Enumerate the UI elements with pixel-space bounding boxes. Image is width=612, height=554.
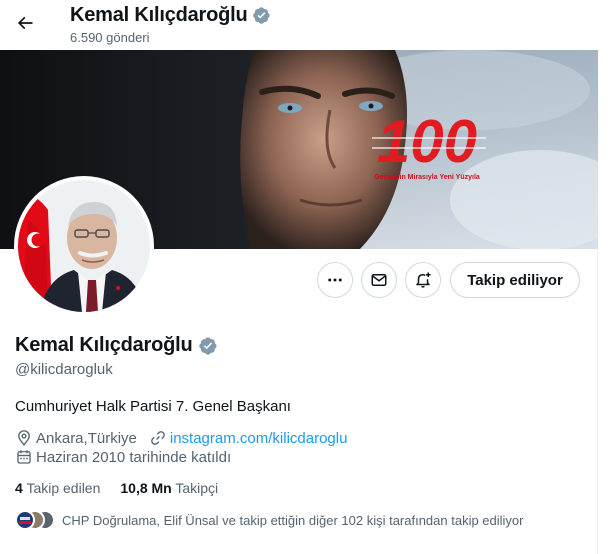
location-text: Ankara,Türkiye <box>36 429 137 447</box>
avatar-photo <box>18 180 150 312</box>
header-title-row: Kemal Kılıçdaroğlu <box>70 4 271 27</box>
svg-text:100: 100 <box>377 108 477 175</box>
profile-page: Kemal Kılıçdaroğlu 6.590 gönderi 100 Geç… <box>0 0 598 554</box>
followers-you-know[interactable]: CHP Doğrulama, Elif Ünsal ve takip ettiğ… <box>15 510 524 530</box>
avatar[interactable] <box>14 176 154 316</box>
joined-text: Haziran 2010 tarihinde katıldı <box>36 448 232 466</box>
link-icon <box>151 431 165 445</box>
top-header: Kemal Kılıçdaroğlu 6.590 gönderi <box>0 0 598 50</box>
profile-name-row: Kemal Kılıçdaroğlu <box>15 334 218 357</box>
notify-button[interactable] <box>405 262 441 298</box>
followers-label: Takipçi <box>175 480 219 496</box>
calendar-icon <box>17 450 31 464</box>
profile-bio: Cumhuriyet Halk Partisi 7. Genel Başkanı <box>15 398 291 415</box>
verified-badge-icon[interactable] <box>198 336 218 356</box>
post-count: 6.590 gönderi <box>70 30 150 45</box>
profile-website: instagram.com/kilicdaroglu <box>149 429 348 447</box>
back-button[interactable] <box>8 6 42 40</box>
location-pin-icon <box>18 430 30 446</box>
verified-badge-icon <box>252 7 270 24</box>
followers-count: 10,8 Mn <box>120 480 172 496</box>
following-link[interactable]: 4 Takip edilen <box>15 480 100 496</box>
profile-joined-row: Haziran 2010 tarihinde katıldı <box>15 448 243 466</box>
svg-text:Geçmişin Mirasıyla Yeni Yüzyıl: Geçmişin Mirasıyla Yeni Yüzyıla <box>374 174 480 181</box>
profile-location: Ankara,Türkiye <box>15 429 137 447</box>
following-label: Takip edilen <box>26 480 101 496</box>
more-button[interactable] <box>317 262 353 298</box>
follower-avatar <box>15 510 35 530</box>
profile-joined: Haziran 2010 tarihinde katıldı <box>15 448 231 466</box>
message-button[interactable] <box>361 262 397 298</box>
follower-avatars <box>15 510 55 530</box>
following-count: 4 <box>15 480 23 496</box>
website-link[interactable]: instagram.com/kilicdaroglu <box>170 430 348 447</box>
profile-name: Kemal Kılıçdaroğlu <box>15 334 193 356</box>
more-dots-icon <box>328 278 342 282</box>
chp-logo-icon <box>19 517 31 524</box>
profile-meta-row: Ankara,Türkiye instagram.com/kilicdarogl… <box>15 429 359 447</box>
followers-link[interactable]: 10,8 Mn Takipçi <box>120 480 218 496</box>
header-title: Kemal Kılıçdaroğlu <box>70 4 248 26</box>
banner-logo: 100 Geçmişin Mirasıyla Yeni Yüzyıla <box>372 108 486 181</box>
bell-plus-icon <box>416 272 431 288</box>
followers-you-know-text: CHP Doğrulama, Elif Ünsal ve takip ettiğ… <box>62 512 524 528</box>
envelope-icon <box>371 274 387 286</box>
profile-handle: @kilicdarogluk <box>15 361 113 378</box>
arrow-left-icon <box>17 16 33 30</box>
following-button[interactable]: Takip ediliyor <box>450 262 580 298</box>
profile-stats: 4 Takip edilen 10,8 Mn Takipçi <box>15 480 238 496</box>
